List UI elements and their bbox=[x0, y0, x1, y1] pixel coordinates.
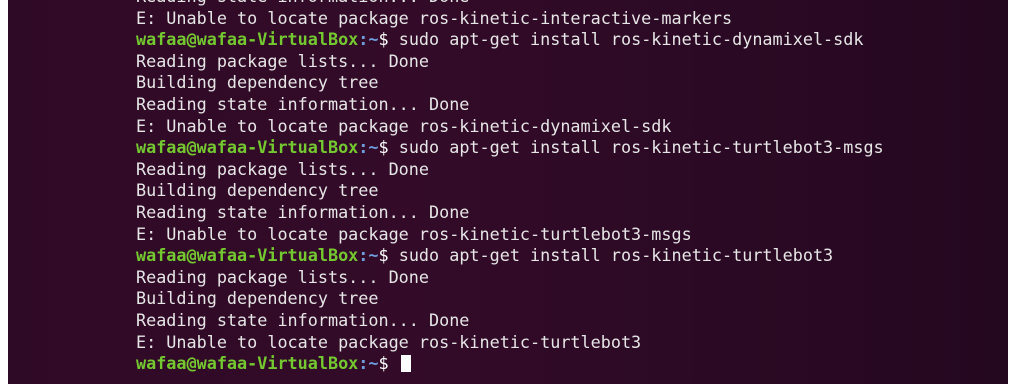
prompt-command: sudo apt-get install ros-kinetic-turtleb… bbox=[388, 245, 834, 266]
prompt-user-host: wafaa@wafaa-VirtualBox bbox=[136, 245, 359, 266]
prompt-command: sudo apt-get install ros-kinetic-turtleb… bbox=[388, 137, 884, 158]
output-text: E: Unable to locate package ros-kinetic-… bbox=[136, 331, 642, 352]
output-text: Reading state information... Done bbox=[136, 201, 470, 222]
output-text: Reading state information... Done bbox=[136, 0, 469, 6]
prompt-command: sudo apt-get install ros-kinetic-dynamix… bbox=[388, 29, 864, 50]
terminal-output: Reading state information... DoneE: Unab… bbox=[136, 0, 996, 375]
terminal-output-line: Reading state information... Done bbox=[136, 202, 996, 224]
prompt-separator: : bbox=[358, 245, 369, 266]
terminal-prompt-line: wafaa@wafaa-VirtualBox:~$ sudo apt-get i… bbox=[136, 245, 996, 267]
terminal-output-line: Reading package lists... Done bbox=[136, 51, 996, 73]
prompt-path: ~ bbox=[368, 245, 379, 266]
terminal-output-line: Building dependency tree bbox=[136, 180, 996, 202]
terminal-output-line: Reading package lists... Done bbox=[136, 267, 996, 289]
output-text: Reading state information... Done bbox=[136, 93, 470, 114]
terminal-output-line: Building dependency tree bbox=[136, 72, 996, 94]
output-text: Reading state information... Done bbox=[136, 309, 470, 330]
prompt-path: ~ bbox=[368, 29, 379, 50]
prompt-symbol: $ bbox=[378, 245, 389, 266]
terminal-output-line: E: Unable to locate package ros-kinetic-… bbox=[136, 8, 996, 30]
terminal-output-line: Reading package lists... Done bbox=[136, 159, 996, 181]
prompt-separator: : bbox=[358, 137, 369, 158]
terminal-output-line: Building dependency tree bbox=[136, 288, 996, 310]
prompt-user-host: wafaa@wafaa-VirtualBox bbox=[136, 29, 359, 50]
prompt-path: ~ bbox=[368, 137, 379, 158]
prompt-user-host: wafaa@wafaa-VirtualBox bbox=[136, 137, 359, 158]
output-text: Building dependency tree bbox=[136, 72, 379, 93]
prompt-separator: : bbox=[358, 353, 369, 374]
terminal-output-line: E: Unable to locate package ros-kinetic-… bbox=[136, 116, 996, 138]
prompt-user-host: wafaa@wafaa-VirtualBox bbox=[136, 353, 359, 374]
output-text: E: Unable to locate package ros-kinetic-… bbox=[136, 223, 692, 244]
terminal-output-line: Reading state information... Done bbox=[136, 310, 996, 332]
screenshot: Reading state information... DoneE: Unab… bbox=[0, 0, 1014, 387]
prompt-symbol: $ bbox=[378, 137, 389, 158]
output-text: E: Unable to locate package ros-kinetic-… bbox=[136, 115, 672, 136]
prompt-symbol: $ bbox=[378, 29, 389, 50]
prompt-path: ~ bbox=[368, 353, 379, 374]
output-text: Building dependency tree bbox=[136, 180, 379, 201]
terminal-output-line: E: Unable to locate package ros-kinetic-… bbox=[136, 332, 996, 354]
terminal-prompt-line: wafaa@wafaa-VirtualBox:~$ bbox=[136, 353, 996, 375]
prompt-symbol: $ bbox=[378, 353, 389, 374]
terminal-prompt-line: wafaa@wafaa-VirtualBox:~$ sudo apt-get i… bbox=[136, 137, 996, 159]
terminal-window[interactable]: Reading state information... DoneE: Unab… bbox=[8, 0, 1008, 384]
terminal-output-line: E: Unable to locate package ros-kinetic-… bbox=[136, 224, 996, 246]
terminal-cursor[interactable] bbox=[400, 355, 411, 373]
output-text: Reading package lists... Done bbox=[136, 266, 429, 287]
output-text: E: Unable to locate package ros-kinetic-… bbox=[136, 7, 733, 28]
prompt-command bbox=[389, 353, 399, 373]
output-text: Reading package lists... Done bbox=[136, 50, 429, 71]
output-text: Reading package lists... Done bbox=[136, 158, 429, 179]
terminal-output-line: Reading state information... Done bbox=[136, 94, 996, 116]
terminal-output-line: Reading state information... Done bbox=[136, 0, 996, 8]
output-text: Building dependency tree bbox=[136, 288, 379, 309]
terminal-prompt-line: wafaa@wafaa-VirtualBox:~$ sudo apt-get i… bbox=[136, 29, 996, 51]
prompt-separator: : bbox=[358, 29, 369, 50]
